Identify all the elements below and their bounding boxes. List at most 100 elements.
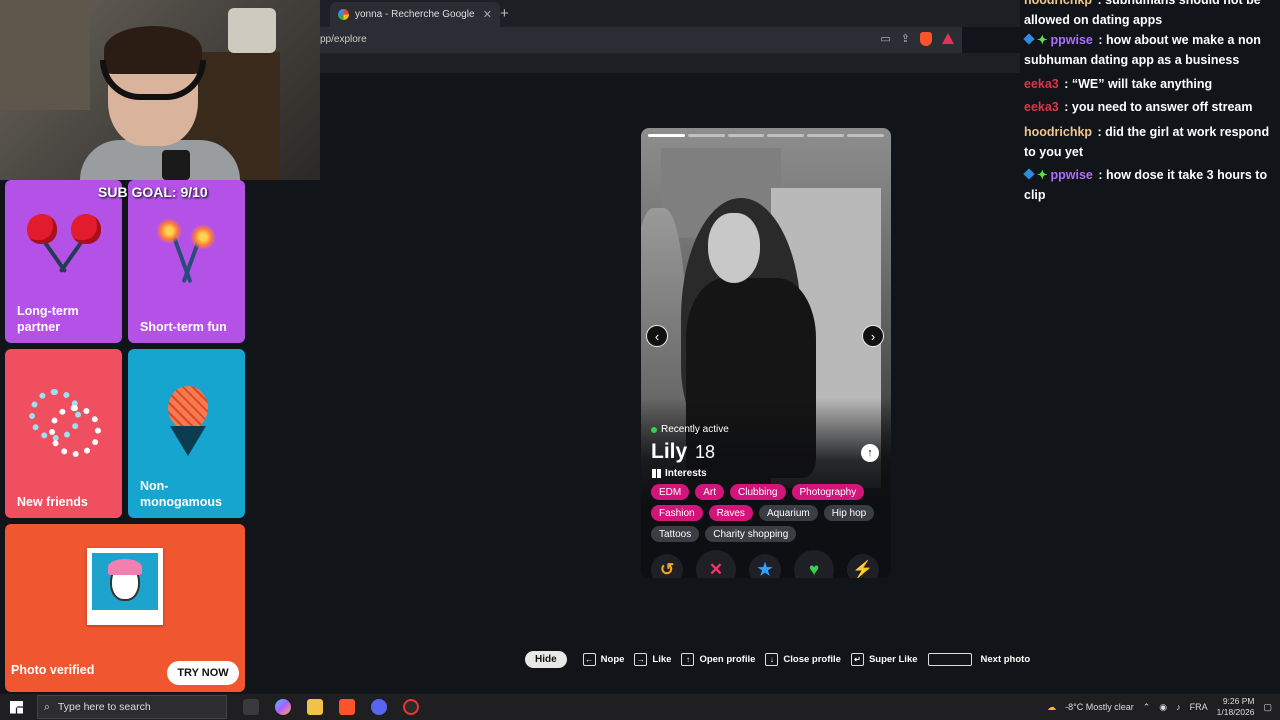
windows-start-icon[interactable] xyxy=(10,700,23,714)
taskbar-search[interactable]: ⌕ Type here to search xyxy=(37,695,227,719)
sparkler-icon xyxy=(190,224,216,250)
interest-chip: EDM xyxy=(651,484,690,500)
chat-message: ✦ ppwise : how dose it take 3 hours to cl… xyxy=(1023,165,1274,205)
interests-heading-text: Interests xyxy=(665,468,707,479)
online-dot-icon xyxy=(651,426,657,433)
cast-icon[interactable]: ▭ xyxy=(880,32,890,46)
copilot-icon[interactable] xyxy=(275,699,291,715)
hint-open-profile: ↑ Open profile xyxy=(681,652,756,666)
photo-progress-segment xyxy=(847,134,884,137)
file-explorer-icon[interactable] xyxy=(307,699,323,715)
task-view-icon[interactable] xyxy=(243,699,259,715)
notifications-icon[interactable]: ▢ xyxy=(1263,702,1272,713)
tab-close-icon[interactable]: ✕ xyxy=(483,8,492,21)
chat-text: “WE” will take anything xyxy=(1071,77,1213,91)
bookmarks-bar xyxy=(320,53,1020,73)
rose-icon xyxy=(27,214,57,244)
try-now-button[interactable]: TRY NOW xyxy=(167,661,239,685)
rewind-button[interactable]: ↺ xyxy=(651,554,683,578)
pineapple-leaves xyxy=(170,426,206,456)
card-label: New friends xyxy=(17,495,88,509)
chat-message: eeka3 : you need to answer off stream xyxy=(1024,100,1253,114)
chip-row: EDM Art Clubbing Photography xyxy=(651,484,886,500)
chat-message: eeka3 : “WE” will take anything xyxy=(1024,77,1213,91)
network-icon[interactable]: ◉ xyxy=(1159,702,1167,713)
enter-key-icon: ↵ xyxy=(850,652,864,666)
sparkler-icon xyxy=(156,218,182,244)
url-text: pp/explore xyxy=(320,34,367,45)
windows-taskbar: ⌕ Type here to search ☁ -8°C Mostly clea… xyxy=(0,694,1280,720)
relationship-goal-cards: Long-term partner Short-term fun New fri… xyxy=(0,180,250,694)
hint-close-profile: ↓ Close profile xyxy=(765,652,841,666)
language-indicator[interactable]: FRA xyxy=(1190,702,1208,712)
webcam-bottles xyxy=(228,8,276,53)
next-photo-button[interactable]: › xyxy=(862,325,884,347)
clock-time: 9:26 PM xyxy=(1222,696,1255,706)
address-bar[interactable]: pp/explore ▭ ⇪ xyxy=(320,27,962,53)
hint-label: Open profile xyxy=(699,653,756,665)
browser-tab[interactable]: yonna - Recherche Google ✕ xyxy=(330,2,500,27)
profile-card[interactable]: ‹ › Recently active Lily 18 ↑ Interests … xyxy=(641,128,891,578)
discord-icon[interactable] xyxy=(371,699,387,715)
brave-rewards-icon[interactable] xyxy=(942,33,954,44)
chat-username: hoodrichkp xyxy=(1024,0,1093,7)
chat-username: eeka3 xyxy=(1024,100,1059,114)
hint-like: → Like xyxy=(634,652,671,666)
up-arrow-key-icon: ↑ xyxy=(681,652,695,666)
card-short-term-fun[interactable]: Short-term fun xyxy=(128,180,245,343)
card-photo-verified[interactable]: Photo verified TRY NOW xyxy=(5,524,245,692)
chip-row: Tattoos Charity shopping xyxy=(651,526,886,542)
sub-goal-overlay: SUB GOAL: 9/10 xyxy=(98,184,208,200)
interest-chip: Hip hop xyxy=(823,505,875,521)
card-new-friends[interactable]: New friends xyxy=(5,349,122,518)
interest-chip: Aquarium xyxy=(758,505,818,521)
card-non-monogamous[interactable]: Non-monogamous xyxy=(128,349,245,518)
webcam-overlay xyxy=(0,0,320,180)
volume-icon[interactable]: ♪ xyxy=(1176,702,1181,712)
swipe-actions: ↺ ✕ ★ ♥ ⚡ xyxy=(641,550,891,578)
photo-progress-bar xyxy=(648,134,884,137)
interest-chip: Charity shopping xyxy=(705,526,797,542)
rose-icon xyxy=(71,214,101,244)
profile-name-age: Lily 18 xyxy=(651,440,715,464)
photo-progress-segment xyxy=(807,134,845,137)
interest-chips: EDM Art Clubbing Photography Fashion Rav… xyxy=(651,484,886,547)
card-label: Short-term fun xyxy=(140,320,227,334)
hint-label: Nope xyxy=(600,653,625,665)
subscriber-badge-icon xyxy=(1023,33,1035,45)
open-profile-button[interactable]: ↑ xyxy=(861,444,879,462)
previous-photo-button[interactable]: ‹ xyxy=(646,325,668,347)
chip-row: Fashion Raves Aquarium Hip hop xyxy=(651,505,886,521)
like-button[interactable]: ♥ xyxy=(794,550,834,578)
nope-button[interactable]: ✕ xyxy=(696,550,736,578)
chevron-up-icon[interactable]: ⌃ xyxy=(1143,702,1151,713)
keyboard-shortcuts-bar: Hide ← Nope → Like ↑ Open profile ↓ Close pr… xyxy=(525,649,1040,669)
star-badge-icon: ✦ xyxy=(1037,33,1048,47)
down-arrow-key-icon: ↓ xyxy=(765,652,779,666)
photo-progress-segment xyxy=(727,134,765,137)
chat-text: you need to answer off stream xyxy=(1071,100,1253,114)
profile-age: 18 xyxy=(695,442,716,462)
search-placeholder: Type here to search xyxy=(57,701,151,713)
share-icon[interactable]: ⇪ xyxy=(901,32,910,46)
hint-super-like: ↵ Super Like xyxy=(850,652,918,666)
clock[interactable]: 9:26 PM 1/18/2026 xyxy=(1217,696,1255,718)
stream-chat: hoodrichkp : subhumans should not be all… xyxy=(1020,0,1280,220)
brave-browser-icon[interactable] xyxy=(339,699,355,715)
brave-shields-icon[interactable] xyxy=(920,32,932,46)
interest-chip: Raves xyxy=(708,505,753,521)
hint-nope: ← Nope xyxy=(582,652,625,666)
chat-message: ✦ ppwise : how about we make a non subhum… xyxy=(1023,30,1274,70)
new-tab-button[interactable]: + xyxy=(500,5,509,22)
card-long-term-partner[interactable]: Long-term partner xyxy=(5,180,122,343)
boost-button[interactable]: ⚡ xyxy=(847,554,879,578)
hint-label: Super Like xyxy=(868,653,918,665)
interest-chip: Tattoos xyxy=(651,526,700,542)
super-like-button[interactable]: ★ xyxy=(749,554,781,578)
interest-chip: Art xyxy=(695,484,725,500)
webcam-shirt xyxy=(80,140,240,180)
tab-title: yonna - Recherche Google xyxy=(355,9,475,20)
hint-label: Close profile xyxy=(783,653,841,665)
hide-shortcuts-button[interactable]: Hide xyxy=(525,650,567,668)
obs-icon[interactable] xyxy=(403,699,419,715)
